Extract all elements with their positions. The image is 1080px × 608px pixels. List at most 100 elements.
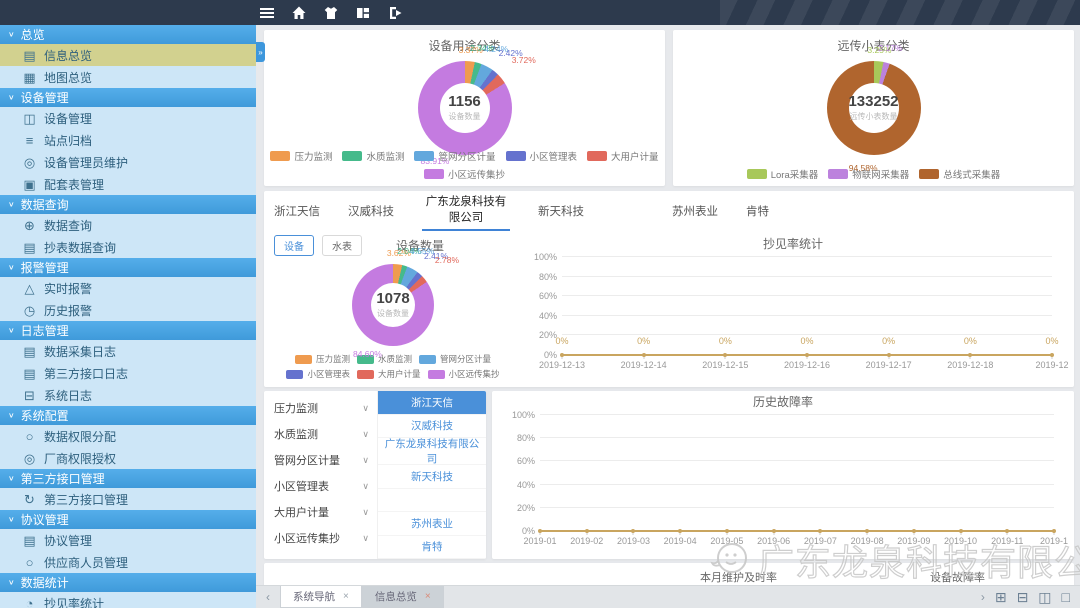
vendor-device-donut[interactable]: 1078设备数量3.62%2.04%4.55%2.41%2.78%84.60%: [274, 259, 512, 351]
category-dropdown[interactable]: 大用户计量∨: [264, 499, 377, 525]
category-dropdown[interactable]: 管网分区计量∨: [264, 447, 377, 473]
sidebar-item[interactable]: ◔抄见率统计: [0, 592, 256, 608]
vendor-tab[interactable]: 肯特: [746, 203, 769, 223]
vendor-list-item[interactable]: 新天科技: [378, 465, 486, 489]
sidebar-section-header[interactable]: ∨日志管理: [0, 321, 256, 340]
slice-percent-label: 3.72%: [512, 55, 536, 65]
vendor-tab[interactable]: 汉威科技: [348, 203, 394, 223]
sidebar-item[interactable]: ↻第三方接口管理: [0, 488, 256, 510]
vendor-tab[interactable]: 浙江天信: [274, 203, 320, 223]
remote-meter-donut[interactable]: 133252远传小表数量3.25%2.17%94.58%: [673, 56, 1074, 160]
gridline: [540, 507, 1054, 508]
legend-item[interactable]: 大用户计量: [587, 149, 659, 163]
vendor-tab[interactable]: 广东龙泉科技有限公司: [422, 195, 510, 230]
toggle-water-button[interactable]: 水表: [322, 235, 362, 256]
close-icon[interactable]: ×: [425, 591, 431, 602]
sidebar-section-header[interactable]: ∨系统配置: [0, 406, 256, 425]
vendor-list-item[interactable]: 苏州表业: [378, 512, 486, 536]
vendor-list-item[interactable]: 肯特: [378, 536, 486, 560]
sidebar-section-header[interactable]: ∨数据统计: [0, 573, 256, 592]
layout-icon[interactable]: [354, 4, 372, 22]
logout-icon[interactable]: [386, 4, 404, 22]
chevron-down-icon: ∨: [8, 263, 15, 272]
vsplit-layout-icon[interactable]: ◫: [1038, 590, 1051, 604]
legend-item[interactable]: Lora采集器: [747, 167, 819, 181]
legend-item[interactable]: 小区远传集抄: [428, 368, 500, 380]
sidebar-section-header[interactable]: ∨设备管理: [0, 88, 256, 107]
legend-item[interactable]: 小区管理表: [286, 368, 350, 380]
sidebar-item[interactable]: ▤抄表数据查询: [0, 236, 256, 258]
sidebar-item[interactable]: ◫设备管理: [0, 107, 256, 129]
legend-item[interactable]: 压力监测: [295, 353, 350, 365]
sidebar-item[interactable]: ▦地图总览: [0, 66, 256, 88]
y-axis-tick-label: 80%: [539, 272, 557, 282]
vendor-tab[interactable]: 苏州表业: [672, 203, 718, 223]
category-dropdown[interactable]: 水质监测∨: [264, 421, 377, 447]
vendor-list-item[interactable]: 浙江天信: [378, 391, 486, 415]
theme-icon[interactable]: [322, 4, 340, 22]
sidebar-item[interactable]: ○供应商人员管理: [0, 551, 256, 573]
legend-color-chip: [424, 169, 444, 179]
donut-center-value: 133252: [848, 94, 898, 111]
category-dropdown[interactable]: 小区远传集抄∨: [264, 525, 377, 551]
sidebar-item[interactable]: ◎厂商权限授权: [0, 447, 256, 469]
open-tab[interactable]: 信息总览×: [362, 586, 444, 608]
sidebar-item[interactable]: ▤信息总览: [0, 44, 256, 66]
sidebar-item[interactable]: ▤数据采集日志: [0, 340, 256, 362]
sidebar-item[interactable]: ○数据权限分配: [0, 425, 256, 447]
sidebar-item[interactable]: ◎设备管理员维护: [0, 151, 256, 173]
sidebar-item[interactable]: ⊕数据查询: [0, 214, 256, 236]
sidebar-item[interactable]: △实时报警: [0, 277, 256, 299]
menu-icon[interactable]: [258, 4, 276, 22]
y-axis-tick-label: 40%: [539, 311, 557, 321]
vendor-panel: 浙江天信汉威科技广东龙泉科技有限公司新天科技苏州表业肯特 设备水表 设备数量 1…: [264, 191, 1074, 387]
vendor-list-item[interactable]: 广东龙泉科技有限公司: [378, 438, 486, 465]
open-tab[interactable]: 系统导航×: [280, 586, 362, 608]
sidebar-section-header[interactable]: ∨数据查询: [0, 195, 256, 214]
vendor-tab[interactable]: 新天科技: [538, 203, 584, 223]
open-tabs: 系统导航×信息总览×: [280, 586, 444, 608]
legend-label: 压力监测: [316, 353, 350, 365]
sidebar-item[interactable]: ▤第三方接口日志: [0, 362, 256, 384]
sidebar-section-header[interactable]: ∨报警管理: [0, 258, 256, 277]
sidebar-section-header[interactable]: ∨协议管理: [0, 510, 256, 529]
sidebar-item-label: 历史报警: [44, 302, 92, 319]
single-layout-icon[interactable]: □: [1062, 590, 1070, 604]
meter-config-icon: ▣: [22, 178, 37, 191]
close-icon[interactable]: ×: [343, 591, 349, 602]
vendor-list-item[interactable]: 汉威科技: [378, 415, 486, 439]
sidebar-item[interactable]: ◷历史报警: [0, 299, 256, 321]
chevron-down-icon: ∨: [362, 533, 369, 544]
home-icon[interactable]: [290, 4, 308, 22]
sidebar-item[interactable]: ⊟系统日志: [0, 384, 256, 406]
data-query-icon: ⊕: [22, 219, 37, 232]
sidebar-section-label: 设备管理: [21, 89, 69, 106]
sidebar-section-header[interactable]: ∨第三方接口管理: [0, 469, 256, 488]
legend-item[interactable]: 管网分区计量: [414, 149, 495, 163]
sidebar-item[interactable]: ▤协议管理: [0, 529, 256, 551]
sidebar-item[interactable]: ▣配套表管理: [0, 173, 256, 195]
category-dropdown[interactable]: 小区管理表∨: [264, 473, 377, 499]
legend-item[interactable]: 小区远传集抄: [424, 167, 505, 181]
grid-layout-icon[interactable]: ⊞: [995, 590, 1007, 604]
legend-item[interactable]: 小区管理表: [506, 149, 578, 163]
sidebar-collapse-button[interactable]: »: [256, 42, 265, 62]
x-axis-tick-label: 2019-12-13: [539, 360, 585, 370]
device-usage-donut[interactable]: 1156设备数量3.37%2.34%4.24%2.42%3.72%83.91%: [264, 56, 665, 160]
category-dropdown[interactable]: 压力监测∨: [264, 395, 377, 421]
tabbar-spacer: [444, 586, 971, 608]
legend-item[interactable]: 压力监测: [270, 149, 332, 163]
sidebar-item[interactable]: ≡站点归档: [0, 129, 256, 151]
tabs-scroll-right-icon[interactable]: ›: [971, 586, 995, 608]
legend-item[interactable]: 水质监测: [342, 149, 404, 163]
tabs-scroll-left-icon[interactable]: ‹: [256, 586, 280, 608]
x-axis-tick-label: 2019-12-17: [866, 360, 912, 370]
sidebar-section-header[interactable]: ∨总览: [0, 25, 256, 44]
toggle-device-button[interactable]: 设备: [274, 235, 314, 256]
legend-item[interactable]: 大用户计量: [357, 368, 421, 380]
legend-item[interactable]: 总线式采集器: [919, 167, 1000, 181]
info-overview-icon: ▤: [22, 49, 37, 62]
legend-item[interactable]: 管网分区计量: [419, 353, 491, 365]
hsplit-layout-icon[interactable]: ⊟: [1017, 590, 1029, 604]
legend-item[interactable]: 物联网采集器: [828, 167, 909, 181]
